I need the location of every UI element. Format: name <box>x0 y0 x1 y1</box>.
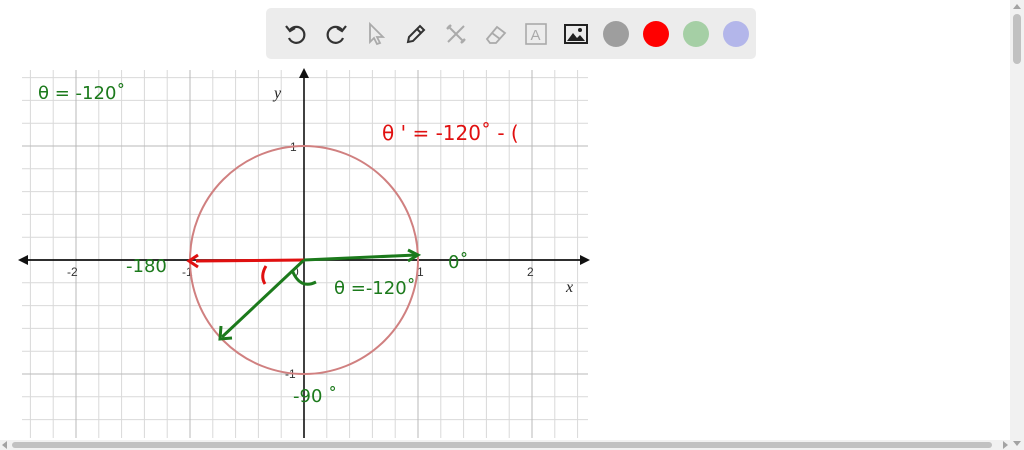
label-0-deg-text: 0˚ <box>448 252 468 273</box>
x-tick-2: 2 <box>527 265 534 279</box>
color-red-button[interactable] <box>636 14 676 54</box>
x-axis-label: x <box>565 279 573 296</box>
color-swatch-green <box>683 20 709 47</box>
theta-top-left-text: θ = -120˚ <box>38 83 125 104</box>
color-green-button[interactable] <box>676 14 716 54</box>
theta-prime-red-text: θ ' = -120˚ - ( <box>382 121 519 145</box>
redo-icon <box>326 24 347 44</box>
vertical-scrollbar[interactable] <box>1010 0 1024 450</box>
color-blue-button[interactable] <box>716 14 756 54</box>
text-box-icon: A <box>525 22 547 45</box>
undo-button[interactable] <box>276 14 316 54</box>
graph-svg: -2 -1 0 1 2 1 -1 x y θ = -120˚ θ ' = -12… <box>18 68 590 438</box>
scroll-right-icon[interactable] <box>1003 441 1008 449</box>
red-arc-mark <box>261 265 268 285</box>
pen-button[interactable] <box>396 14 436 54</box>
horizontal-scrollbar[interactable] <box>0 440 1010 450</box>
text-button[interactable]: A <box>516 14 556 54</box>
image-button[interactable] <box>556 14 596 54</box>
eraser-icon <box>485 25 507 44</box>
color-swatch-blue <box>723 20 749 47</box>
scroll-up-icon[interactable] <box>1013 4 1021 9</box>
pen-icon <box>406 24 426 43</box>
red-vector-180 <box>195 258 305 263</box>
select-pointer-icon <box>369 21 386 45</box>
svg-text:A: A <box>531 27 541 44</box>
tools-button[interactable] <box>436 14 476 54</box>
redo-button[interactable] <box>316 14 356 54</box>
color-gray-button[interactable] <box>596 14 636 54</box>
tools-icon <box>446 23 466 44</box>
vertical-scroll-thumb[interactable] <box>1013 14 1021 64</box>
horizontal-scroll-thumb[interactable] <box>12 442 992 448</box>
eraser-button[interactable] <box>476 14 516 54</box>
color-swatch-gray <box>603 20 629 47</box>
scroll-down-icon[interactable] <box>1013 441 1021 446</box>
select-button[interactable] <box>356 14 396 54</box>
drawing-canvas[interactable]: -2 -1 0 1 2 1 -1 x y θ = -120˚ θ ' = -12… <box>0 0 1010 440</box>
label-theta-axis-text: θ =-120˚ <box>334 278 416 299</box>
scroll-left-icon[interactable] <box>2 441 7 449</box>
drawing-toolbar: A <box>266 8 756 59</box>
label-minus-180-text: -180 <box>126 256 167 277</box>
x-tick-minus-2: -2 <box>67 265 78 279</box>
color-swatch-red <box>643 20 669 47</box>
label-minus-90-text: -90 ˚ <box>293 386 337 407</box>
undo-icon <box>285 24 306 44</box>
y-axis-label: y <box>272 85 282 102</box>
image-icon <box>564 23 588 44</box>
